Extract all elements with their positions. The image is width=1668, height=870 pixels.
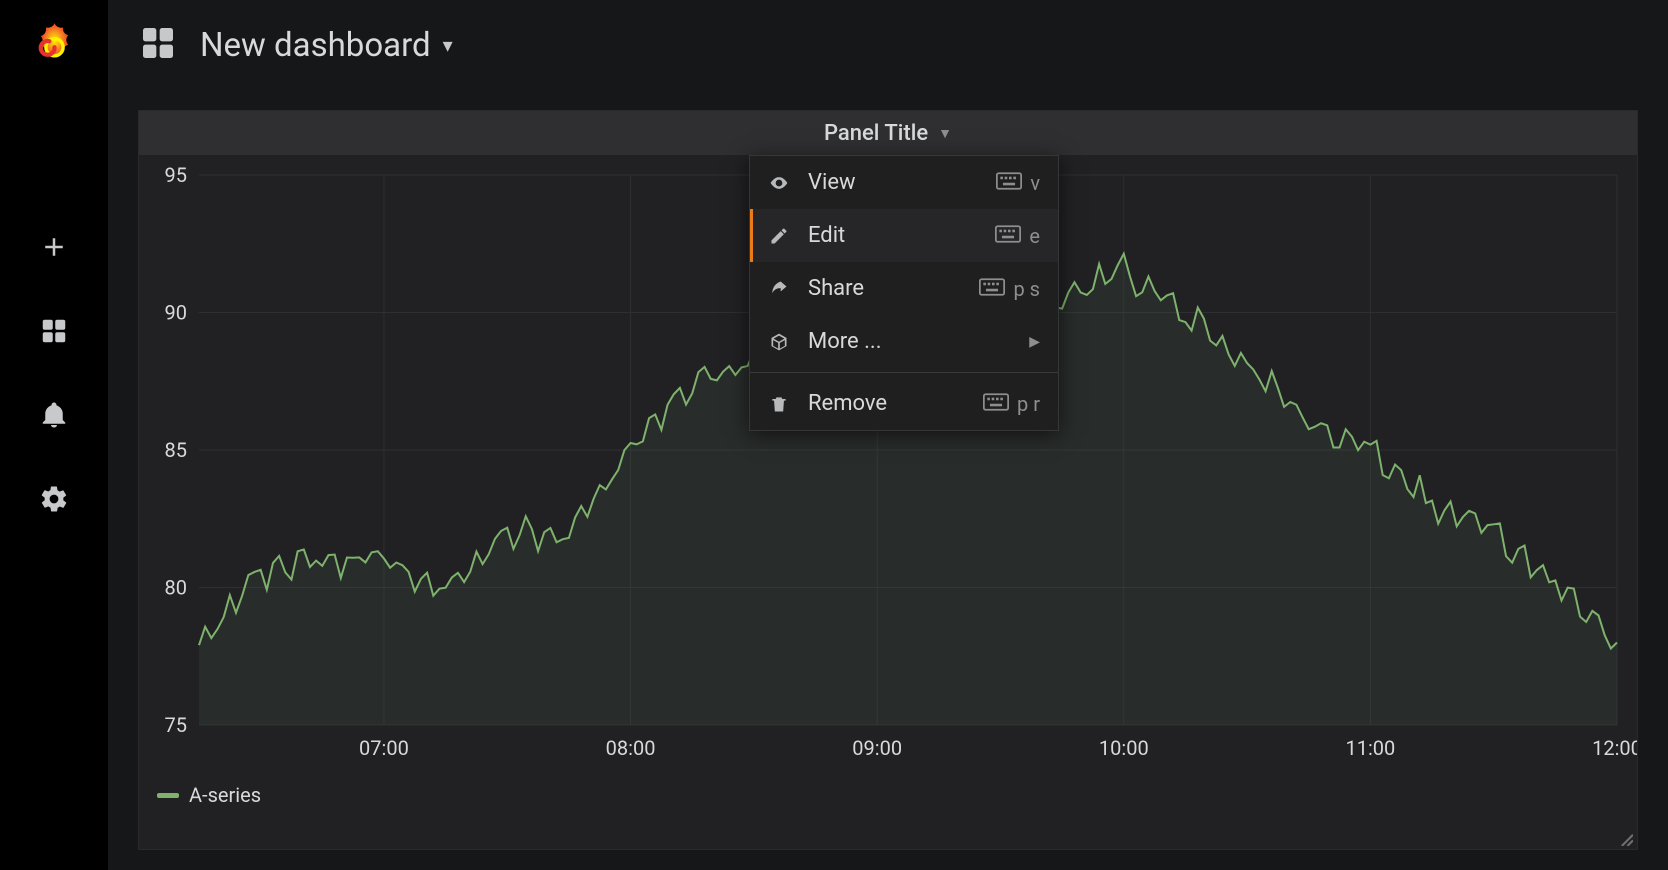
dashboard-title-dropdown[interactable]: New dashboard ▾ bbox=[200, 26, 453, 65]
keyboard-icon bbox=[995, 224, 1021, 248]
svg-text:11:00: 11:00 bbox=[1345, 736, 1395, 760]
cube-icon bbox=[768, 332, 790, 352]
svg-text:08:00: 08:00 bbox=[606, 736, 656, 760]
keyboard-icon bbox=[979, 277, 1005, 301]
menu-shortcut: v bbox=[1030, 171, 1040, 195]
svg-text:10:00: 10:00 bbox=[1099, 736, 1149, 760]
menu-item-edit[interactable]: Edit e bbox=[750, 209, 1058, 262]
legend-series-label: A-series bbox=[189, 783, 261, 807]
topbar: New dashboard ▾ bbox=[108, 0, 1668, 90]
menu-item-view[interactable]: View v bbox=[750, 156, 1058, 209]
create-icon[interactable] bbox=[36, 229, 72, 265]
chevron-down-icon: ▼ bbox=[938, 125, 952, 142]
dashboard-grid-icon[interactable] bbox=[138, 23, 178, 67]
chevron-right-icon: ▶ bbox=[1029, 334, 1040, 350]
panel-legend[interactable]: A-series bbox=[139, 775, 1637, 819]
keyboard-icon bbox=[983, 392, 1009, 416]
panel-resize-handle[interactable] bbox=[1619, 831, 1633, 845]
pencil-icon bbox=[768, 226, 790, 246]
trash-icon bbox=[768, 394, 790, 414]
keyboard-icon bbox=[996, 171, 1022, 195]
svg-text:12:00: 12:00 bbox=[1592, 736, 1637, 760]
svg-text:07:00: 07:00 bbox=[359, 736, 409, 760]
chevron-down-icon: ▾ bbox=[443, 33, 453, 57]
menu-shortcut: p s bbox=[1013, 277, 1040, 301]
menu-item-more[interactable]: More ... ▶ bbox=[750, 315, 1058, 368]
svg-text:75: 75 bbox=[165, 713, 187, 737]
svg-text:80: 80 bbox=[165, 576, 187, 600]
configuration-gear-icon[interactable] bbox=[36, 481, 72, 517]
menu-label: Remove bbox=[808, 391, 965, 416]
svg-text:90: 90 bbox=[165, 301, 187, 325]
menu-divider bbox=[750, 372, 1058, 373]
app-sidebar bbox=[0, 0, 108, 870]
menu-label: More ... bbox=[808, 329, 1011, 354]
menu-label: Share bbox=[808, 276, 961, 301]
dashboard-title: New dashboard bbox=[200, 26, 431, 65]
grafana-logo[interactable] bbox=[27, 18, 82, 73]
menu-label: View bbox=[808, 170, 978, 195]
panel-title-bar[interactable]: Panel Title ▼ bbox=[139, 111, 1637, 155]
menu-label: Edit bbox=[808, 223, 977, 248]
svg-text:85: 85 bbox=[165, 438, 187, 462]
menu-item-remove[interactable]: Remove p r bbox=[750, 377, 1058, 430]
alerting-bell-icon[interactable] bbox=[36, 397, 72, 433]
menu-shortcut: p r bbox=[1017, 392, 1040, 416]
eye-icon bbox=[768, 173, 790, 193]
panel-context-menu: View v Edit e Share p s bbox=[749, 155, 1059, 431]
panel-title: Panel Title bbox=[824, 121, 928, 146]
main-area: New dashboard ▾ Panel Title ▼ 07:00 08:00… bbox=[108, 0, 1668, 870]
panel: Panel Title ▼ 07:00 08:00 09:00 10:00 11:00 1… bbox=[138, 110, 1638, 850]
legend-color-swatch bbox=[157, 793, 179, 798]
svg-text:95: 95 bbox=[165, 163, 187, 187]
svg-text:09:00: 09:00 bbox=[852, 736, 902, 760]
menu-item-share[interactable]: Share p s bbox=[750, 262, 1058, 315]
menu-shortcut: e bbox=[1029, 224, 1040, 248]
dashboards-icon[interactable] bbox=[36, 313, 72, 349]
share-arrow-icon bbox=[768, 279, 790, 299]
